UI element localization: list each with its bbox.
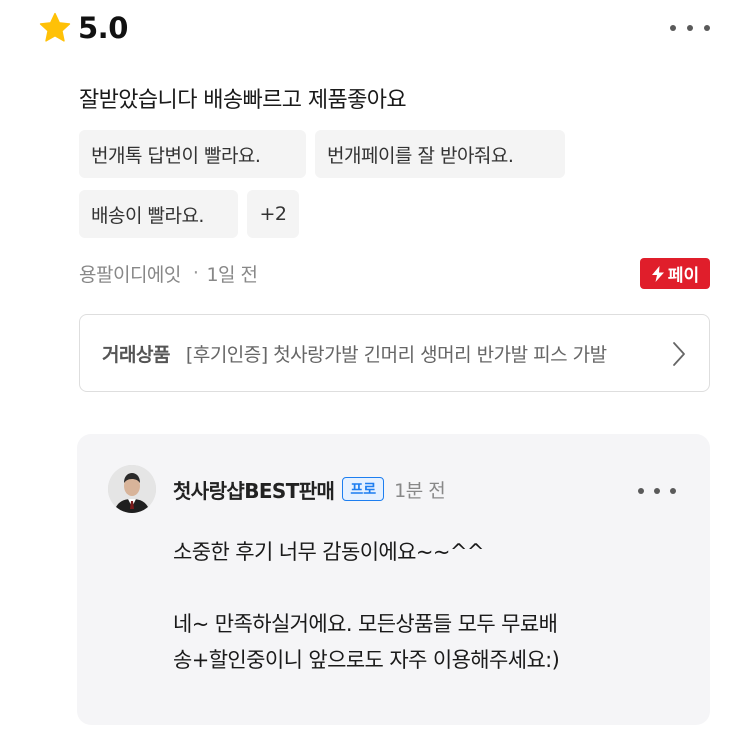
chevron-right-icon	[673, 342, 685, 366]
review-tag: 번개페이를 잘 받아줘요.	[315, 130, 565, 178]
pay-badge: 페이	[640, 258, 710, 289]
reviewer-name[interactable]: 용팔이디에잇	[79, 260, 181, 287]
reply-more-button[interactable]	[638, 486, 676, 496]
review-meta: 용팔이디에잇 · 1일 전	[79, 258, 258, 288]
traded-product-link[interactable]: 거래상품 [후기인증] 첫사랑가발 긴머리 생머리 반가발 피스 가발	[79, 314, 710, 392]
more-tags-button[interactable]: +2	[247, 190, 299, 238]
more-options-button[interactable]	[670, 18, 710, 38]
seller-reply: 첫사랑샵BEST판매 프로 1분 전 소중한 후기 너무 감동이에요~~^^ 네…	[77, 434, 710, 725]
rating-score: 5.0	[78, 11, 128, 45]
review-text: 잘받았습니다 배송빠르고 제품좋아요	[79, 88, 407, 113]
reply-line: 소중한 후기 너무 감동이에요~~^^	[173, 540, 484, 564]
more-icon	[670, 25, 676, 31]
review-time: 1일 전	[206, 263, 258, 286]
avatar[interactable]	[108, 465, 156, 513]
pro-badge: 프로	[342, 477, 385, 501]
seller-name[interactable]: 첫사랑샵BEST판매	[173, 475, 335, 504]
reply-time: 1분 전	[394, 479, 446, 502]
product-title: [후기인증] 첫사랑가발 긴머리 생머리 반가발 피스 가발	[185, 343, 607, 366]
review-tag: 번개톡 답변이 빨라요.	[79, 130, 306, 178]
separator-dot: ·	[192, 262, 199, 284]
star-icon	[39, 12, 71, 42]
rating: 5.0	[38, 10, 128, 46]
avatar-image	[108, 465, 156, 513]
product-label: 거래상품	[102, 343, 170, 366]
pay-badge-label: 페이	[667, 266, 700, 286]
seller-info: 첫사랑샵BEST판매 프로 1분 전	[173, 475, 446, 504]
reply-text: 소중한 후기 너무 감동이에요~~^^ 네~ 만족하실거에요. 모든상품들 모두…	[173, 534, 673, 678]
review-tag: 배송이 빨라요.	[79, 190, 238, 238]
lightning-icon	[651, 265, 664, 282]
more-icon	[638, 488, 644, 494]
reply-line: 네~ 만족하실거에요. 모든상품들 모두 무료배	[173, 612, 558, 636]
reply-line: 송+할인중이니 앞으로도 자주 이용해주세요:)	[173, 648, 560, 672]
